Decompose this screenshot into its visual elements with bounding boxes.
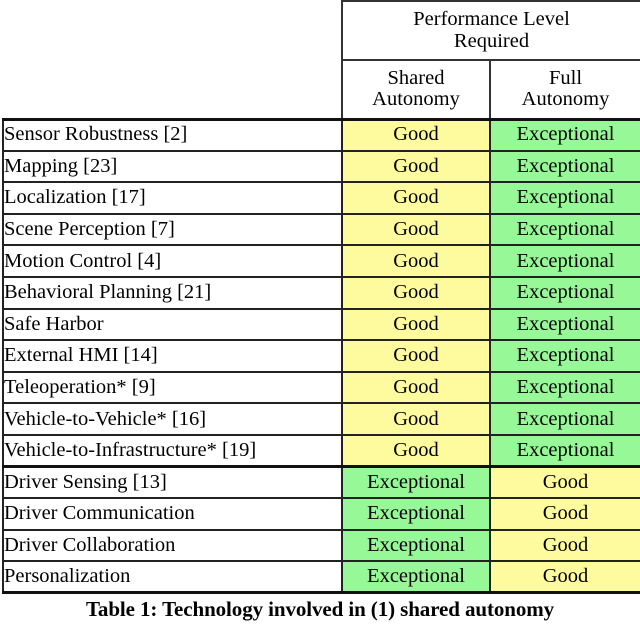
table-row: Behavioral Planning [21] Good Exceptional [2, 275, 640, 310]
table-row: Motion Control [4] Good Exceptional [2, 244, 640, 278]
header-performance-level-required: Performance Level Required [340, 0, 640, 61]
cell-shared-autonomy: Good [341, 402, 491, 436]
cell-technology: Safe Harbor [2, 307, 343, 342]
cell-shared-autonomy: Exceptional [341, 497, 491, 531]
table-row: Personalization Exceptional Good [2, 560, 640, 595]
cell-technology: Motion Control [4] [2, 244, 343, 278]
header-full-line2: Autonomy [521, 88, 610, 111]
header-shared-autonomy: Shared Autonomy [341, 60, 491, 120]
cell-technology: External HMI [14] [2, 339, 343, 373]
cell-shared-autonomy: Exceptional [341, 528, 491, 563]
table-row: Safe Harbor Good Exceptional [2, 307, 640, 342]
header-shared-line2: Autonomy [372, 88, 460, 111]
header-corner-blank [3, 1, 342, 119]
cell-full-autonomy: Exceptional [488, 181, 640, 215]
cell-full-autonomy: Good [488, 465, 640, 500]
table-row: External HMI [14] Good Exceptional [2, 339, 640, 373]
cell-full-autonomy: Exceptional [488, 307, 640, 342]
cell-technology: Behavioral Planning [21] [2, 275, 343, 310]
cell-technology: Localization [17] [2, 181, 343, 215]
cell-shared-autonomy: Good [341, 370, 491, 405]
cell-technology: Personalization [2, 560, 343, 595]
table-header: Performance Level Required Shared Autono… [3, 0, 640, 120]
table-row: Driver Sensing [13] Exceptional Good [2, 465, 640, 500]
cell-shared-autonomy: Good [341, 149, 491, 184]
header-performance-level-line2: Required [453, 29, 530, 52]
table-row: Driver Collaboration Exceptional Good [2, 528, 640, 563]
cell-full-autonomy: Exceptional [488, 117, 640, 152]
cell-shared-autonomy: Good [341, 275, 491, 310]
cell-shared-autonomy: Good [341, 307, 491, 342]
cell-shared-autonomy: Good [341, 117, 491, 152]
cell-technology: Vehicle-to-Vehicle* [16] [2, 402, 343, 436]
cell-shared-autonomy: Good [341, 433, 491, 468]
cell-technology: Sensor Robustness [2] [2, 117, 343, 152]
table-row: Vehicle-to-Infrastructure* [19] Good Excep… [2, 433, 640, 468]
cell-technology: Driver Sensing [13] [2, 465, 343, 500]
table-caption: Table 1: Technology involved in (1) shar… [85, 597, 555, 622]
header-full-line1: Full [548, 67, 583, 90]
header-performance-level-line1: Performance Level [413, 8, 570, 31]
table-row: Vehicle-to-Vehicle* [16] Good Exceptional [2, 402, 640, 436]
cell-full-autonomy: Exceptional [488, 402, 640, 436]
technology-performance-table: Performance Level Required Shared Autono… [2, 0, 640, 595]
cell-full-autonomy: Exceptional [488, 433, 640, 468]
table-row: Sensor Robustness [2] Good Exceptional [2, 117, 640, 152]
table-row: Scene Perception [7] Good Exceptional [2, 212, 640, 247]
header-shared-line1: Shared [387, 67, 445, 90]
header-full-autonomy: Full Autonomy [488, 60, 640, 120]
header-row-performance: Performance Level Required [3, 0, 640, 119]
cell-technology: Vehicle-to-Infrastructure* [19] [2, 433, 343, 468]
table-figure: Performance Level Required Shared Autono… [0, 0, 640, 627]
cell-full-autonomy: Exceptional [488, 275, 640, 310]
cell-shared-autonomy: Good [341, 181, 491, 215]
table-body: Sensor Robustness [2] Good Exceptional Mapp… [2, 117, 640, 595]
cell-shared-autonomy: Good [341, 244, 491, 278]
cell-shared-autonomy: Exceptional [341, 465, 491, 500]
cell-full-autonomy: Exceptional [488, 339, 640, 373]
cell-shared-autonomy: Good [341, 339, 491, 373]
table-row: Driver Communication Exceptional Good [2, 497, 640, 531]
table-row: Mapping [23] Good Exceptional [2, 149, 640, 184]
cell-technology: Driver Communication [2, 497, 343, 531]
cell-full-autonomy: Exceptional [488, 149, 640, 184]
cell-technology: Mapping [23] [2, 149, 343, 184]
table-row: Localization [17] Good Exceptional [2, 181, 640, 215]
cell-shared-autonomy: Exceptional [341, 560, 491, 595]
cell-full-autonomy: Good [488, 560, 640, 595]
cell-technology: Driver Collaboration [2, 528, 343, 563]
cell-full-autonomy: Exceptional [488, 212, 640, 247]
cell-full-autonomy: Good [488, 497, 640, 531]
table-row: Teleoperation* [9] Good Exceptional [2, 370, 640, 405]
cell-full-autonomy: Good [488, 528, 640, 563]
cell-technology: Scene Perception [7] [2, 212, 343, 247]
cell-technology: Teleoperation* [9] [2, 370, 343, 405]
cell-full-autonomy: Exceptional [488, 370, 640, 405]
cell-shared-autonomy: Good [341, 212, 491, 247]
cell-full-autonomy: Exceptional [488, 244, 640, 278]
